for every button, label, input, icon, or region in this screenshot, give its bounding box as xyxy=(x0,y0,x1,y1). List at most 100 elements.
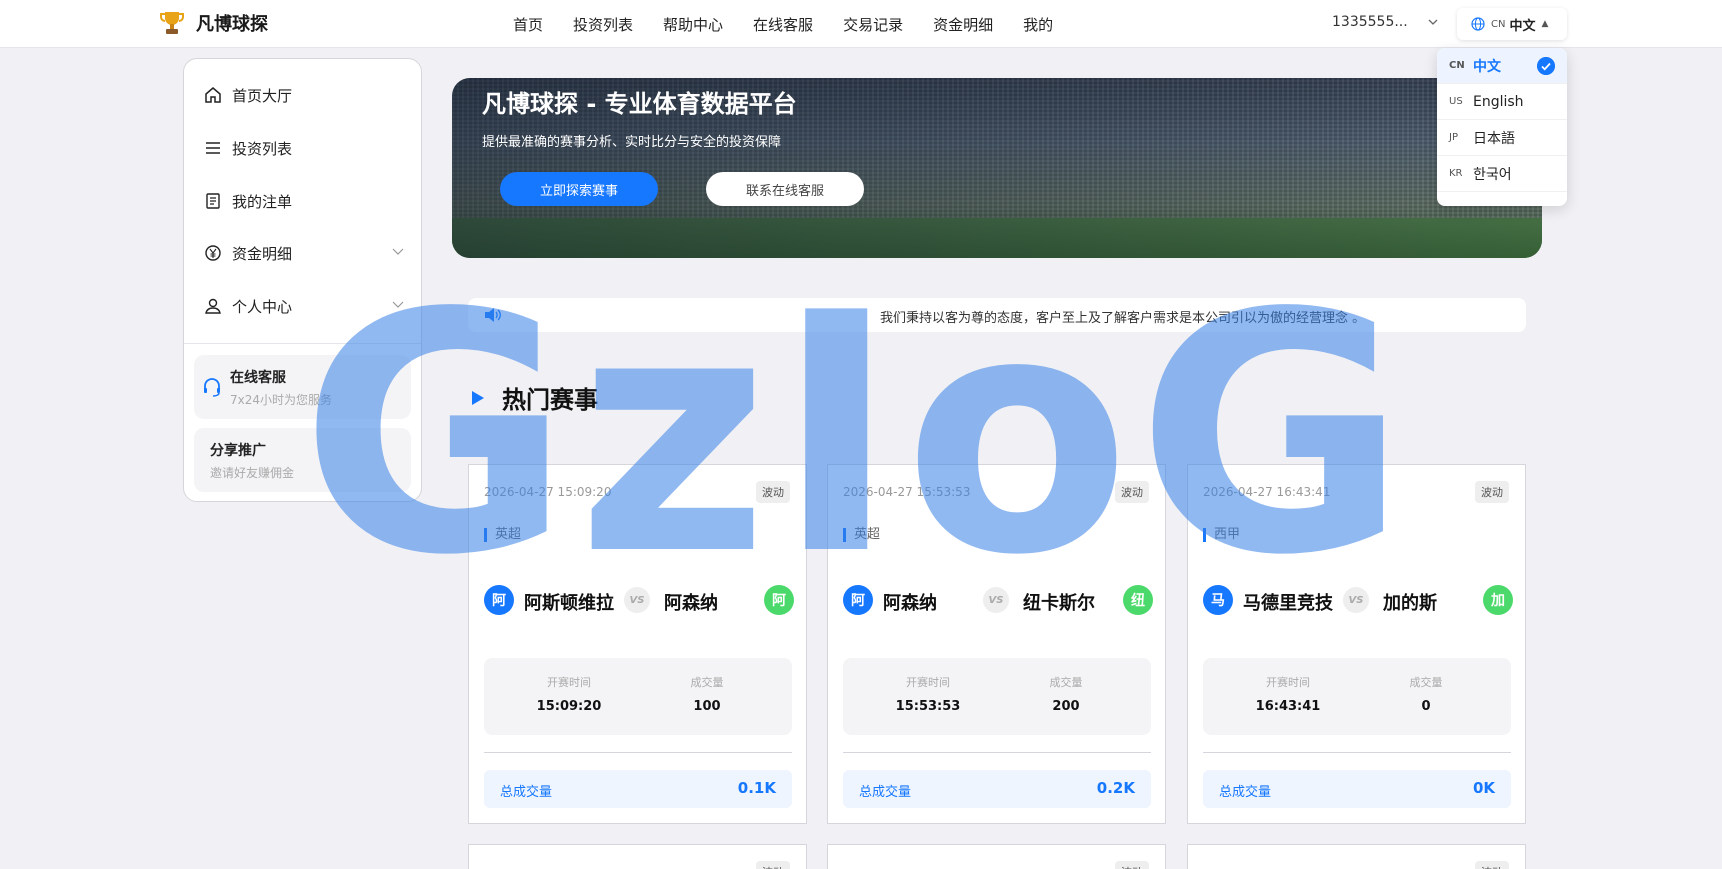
language-option-jp[interactable]: JP 日本語 xyxy=(1437,120,1567,156)
nav-mine[interactable]: 我的 xyxy=(1023,14,1053,35)
volume-stat: 成交量 0 xyxy=(1366,674,1486,714)
sidebar-item-fund-details[interactable]: 资金明细 xyxy=(204,241,404,265)
total-volume-value: 0.2K xyxy=(1096,779,1135,797)
trophy-icon xyxy=(160,12,184,34)
volume-stat: 成交量 100 xyxy=(647,674,767,714)
match-card[interactable]: 2026-04-27 15:53:53 波动 英超 阿 阿森纳 VS 纽卡斯尔 … xyxy=(827,464,1166,824)
share-title: 分享推广 xyxy=(210,443,266,459)
chevron-down-icon xyxy=(392,248,404,255)
home-team-logo: 阿 xyxy=(843,585,873,615)
total-volume-row: 总成交量 0K xyxy=(1203,770,1511,808)
nav-help-center[interactable]: 帮助中心 xyxy=(663,14,723,35)
home-team-name: 阿森纳 xyxy=(883,593,937,614)
start-time-value: 16:43:41 xyxy=(1255,699,1321,714)
globe-icon xyxy=(1471,17,1485,31)
language-option-label: English xyxy=(1473,93,1524,110)
language-code: US xyxy=(1449,96,1463,107)
language-option-kr[interactable]: KR 한국어 xyxy=(1437,156,1567,192)
nav-home[interactable]: 首页 xyxy=(513,14,543,35)
caret-up-icon: ▲ xyxy=(1541,19,1549,29)
vs-badge: VS xyxy=(983,587,1009,613)
away-team-name: 纽卡斯尔 xyxy=(1023,593,1095,614)
brand[interactable]: 凡博球探 xyxy=(160,10,268,36)
user-icon xyxy=(205,298,221,314)
away-team-logo: 纽 xyxy=(1123,585,1153,615)
language-option-label: 한국어 xyxy=(1473,166,1512,183)
total-volume-row: 总成交量 0.1K xyxy=(484,770,792,808)
sidebar-divider xyxy=(184,343,421,344)
sidebar-item-home-hall[interactable]: 首页大厅 xyxy=(204,83,404,107)
card-divider xyxy=(484,752,792,753)
match-card-partial[interactable]: 波动 xyxy=(827,844,1166,869)
sidebar-item-label: 投资列表 xyxy=(232,139,293,158)
yen-coin-icon xyxy=(205,245,221,261)
match-card[interactable]: 2026-04-27 16:43:41 波动 西甲 马 马德里竞技 VS 加的斯… xyxy=(1187,464,1526,824)
total-volume-value: 0K xyxy=(1472,779,1495,797)
start-time-label: 开赛时间 xyxy=(906,676,950,689)
away-team-name: 阿森纳 xyxy=(664,593,718,614)
card-divider xyxy=(843,752,1151,753)
nav-fund-details[interactable]: 资金明细 xyxy=(933,14,993,35)
home-team-name: 阿斯顿维拉 xyxy=(524,593,614,614)
language-code: CN xyxy=(1449,60,1465,71)
status-badge: 波动 xyxy=(756,861,790,869)
account-menu[interactable]: 1335555... xyxy=(1332,14,1438,30)
match-teams: 阿 阿森纳 VS 纽卡斯尔 纽 xyxy=(843,583,1153,617)
chevron-down-icon xyxy=(392,301,404,308)
online-support-card[interactable]: 在线客服 7x24小时为您服务 xyxy=(194,355,411,419)
sidebar-item-investment-list[interactable]: 投资列表 xyxy=(204,136,404,160)
language-dropdown: CN 中文 US English JP 日本語 KR 한국어 xyxy=(1437,48,1567,206)
volume-value: 0 xyxy=(1421,699,1431,714)
status-badge: 波动 xyxy=(1475,861,1509,869)
start-time-label: 开赛时间 xyxy=(547,676,591,689)
language-option-label: 中文 xyxy=(1473,58,1501,75)
status-badge: 波动 xyxy=(1115,861,1149,869)
banner-subtitle: 提供最准确的赛事分析、实时比分与安全的投资保障 xyxy=(482,135,782,150)
language-code: JP xyxy=(1449,132,1458,143)
sidebar-item-label: 首页大厅 xyxy=(232,86,293,105)
match-card-partial[interactable]: 波动 xyxy=(468,844,807,869)
volume-label: 成交量 xyxy=(1049,676,1083,689)
start-time-stat: 开赛时间 15:09:20 xyxy=(509,674,629,714)
status-badge: 波动 xyxy=(756,481,790,503)
total-volume-value: 0.1K xyxy=(737,779,776,797)
language-selector[interactable]: CN 中文 ▲ xyxy=(1457,8,1567,40)
volume-label: 成交量 xyxy=(1409,676,1443,689)
nav-online-support[interactable]: 在线客服 xyxy=(753,14,813,35)
sidebar-item-my-orders[interactable]: 我的注单 xyxy=(204,189,404,213)
language-option-us[interactable]: US English xyxy=(1437,84,1567,120)
explore-matches-button[interactable]: 立即探索赛事 xyxy=(500,172,658,206)
notice-text: 我们秉持以客为尊的态度，客户至上及了解客户需求是本公司引以为傲的经营理念 。 xyxy=(880,311,1366,326)
home-team-logo: 阿 xyxy=(484,585,514,615)
account-number: 1335555... xyxy=(1332,14,1408,30)
speaker-icon xyxy=(485,308,501,322)
top-bar: 凡博球探 首页 投资列表 帮助中心 在线客服 交易记录 资金明细 我的 1335… xyxy=(0,0,1722,48)
main-nav: 首页 投资列表 帮助中心 在线客服 交易记录 资金明细 我的 xyxy=(513,0,1083,48)
sidebar-item-label: 我的注单 xyxy=(232,192,293,211)
nav-investment-list[interactable]: 投资列表 xyxy=(573,14,633,35)
language-option-cn[interactable]: CN 中文 xyxy=(1437,48,1567,84)
nav-transactions[interactable]: 交易记录 xyxy=(843,14,903,35)
match-card[interactable]: 2026-04-27 15:09:20 波动 英超 阿 阿斯顿维拉 VS 阿森纳… xyxy=(468,464,807,824)
banner-title: 凡博球探 - 专业体育数据平台 xyxy=(482,90,797,118)
language-code: CN xyxy=(1491,18,1506,30)
sidebar-item-personal-center[interactable]: 个人中心 xyxy=(204,294,404,318)
match-datetime: 2026-04-27 15:53:53 xyxy=(843,485,971,499)
match-stats: 开赛时间 15:53:53 成交量 200 xyxy=(843,658,1151,735)
status-badge: 波动 xyxy=(1475,481,1509,503)
match-card-partial[interactable]: 波动 xyxy=(1187,844,1526,869)
match-teams: 阿 阿斯顿维拉 VS 阿森纳 阿 xyxy=(484,583,794,617)
document-icon xyxy=(206,193,220,209)
volume-stat: 成交量 200 xyxy=(1006,674,1126,714)
share-promotion-card[interactable]: 分享推广 邀请好友赚佣金 xyxy=(194,428,411,492)
total-volume-label: 总成交量 xyxy=(859,785,912,800)
away-team-logo: 加 xyxy=(1483,585,1513,615)
sidebar-item-label: 资金明细 xyxy=(232,244,293,263)
start-time-stat: 开赛时间 15:53:53 xyxy=(868,674,988,714)
start-time-value: 15:53:53 xyxy=(895,699,961,714)
support-subtitle: 7x24小时为您服务 xyxy=(230,393,333,407)
start-time-label: 开赛时间 xyxy=(1266,676,1310,689)
contact-support-button[interactable]: 联系在线客服 xyxy=(706,172,864,206)
share-subtitle: 邀请好友赚佣金 xyxy=(210,466,295,480)
check-icon xyxy=(1537,57,1555,75)
